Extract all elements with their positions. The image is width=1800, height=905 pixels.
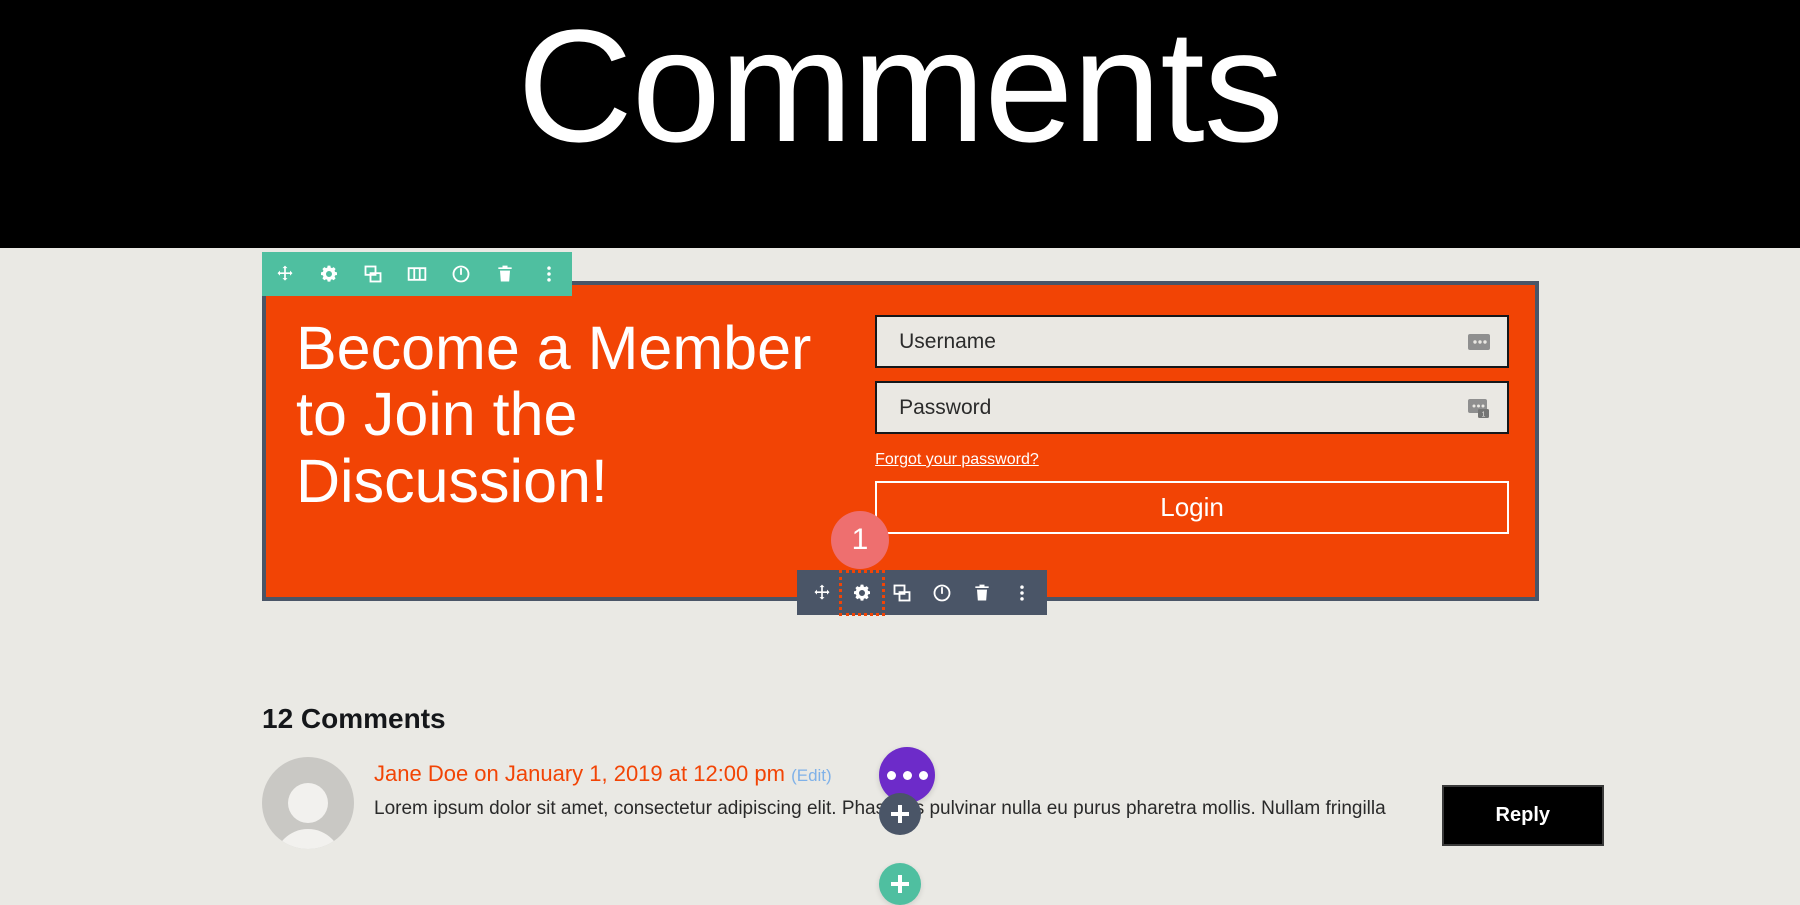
password-field[interactable]: Password 1 [875,381,1509,434]
plus-icon [891,805,909,823]
page-title: Comments [517,0,1284,175]
username-field-value: Username [899,329,996,353]
password-manager-saved-icon[interactable]: 1 [1467,397,1491,419]
cta-heading: Become a Member to Join the Discussion! [296,314,812,515]
dot-icon [886,770,896,780]
cta-left-column: Become a Member to Join the Discussion! [266,285,875,597]
trash-icon[interactable] [494,263,516,285]
avatar-body [274,829,342,849]
avatar [262,757,354,849]
login-button[interactable]: Login [875,481,1509,534]
duplicate-icon[interactable] [891,582,913,604]
more-vertical-icon[interactable] [538,263,560,285]
trash-icon[interactable] [971,582,993,604]
columns-icon[interactable] [406,263,428,285]
comment-author-date: Jane Doe on January 1, 2019 at 12:00 pm [374,761,785,786]
row-toolbar[interactable] [262,252,572,296]
power-icon[interactable] [931,582,953,604]
add-module-button[interactable] [879,793,921,835]
forgot-password-link[interactable]: Forgot your password? [875,451,1039,469]
comment-edit-link[interactable]: (Edit) [791,766,832,785]
login-form[interactable]: Username Password 1 Forgot your password… [875,285,1535,597]
dot-icon [902,770,912,780]
move-icon[interactable] [274,263,296,285]
comment-body: Jane Doe on January 1, 2019 at 12:00 pm … [374,757,1542,849]
reply-button[interactable]: Reply [1441,785,1604,846]
dot-icon [918,770,928,780]
add-row-button[interactable] [879,863,921,905]
plus-icon [891,875,909,893]
comment-meta: Jane Doe on January 1, 2019 at 12:00 pm … [374,761,1542,787]
gear-icon[interactable] [318,263,340,285]
page-body: Become a Member to Join the Discussion! … [0,248,1800,905]
username-field[interactable]: Username [875,315,1509,368]
gear-icon[interactable] [839,569,885,616]
step-badge: 1 [831,511,889,569]
duplicate-icon[interactable] [362,263,384,285]
password-field-value: Password [899,395,992,419]
module-toolbar[interactable] [797,569,1047,616]
comment-text: Lorem ipsum dolor sit amet, consectetur … [374,798,1386,819]
cta-section[interactable]: Become a Member to Join the Discussion! … [262,281,1539,601]
svg-text:1: 1 [1482,411,1486,418]
comments-count-title: 12 Comments [262,703,446,734]
password-manager-icon[interactable] [1467,331,1491,353]
power-icon[interactable] [450,263,472,285]
site-header: Comments [0,0,1800,248]
avatar-head [288,783,328,823]
move-icon[interactable] [811,582,833,604]
more-vertical-icon[interactable] [1011,582,1033,604]
